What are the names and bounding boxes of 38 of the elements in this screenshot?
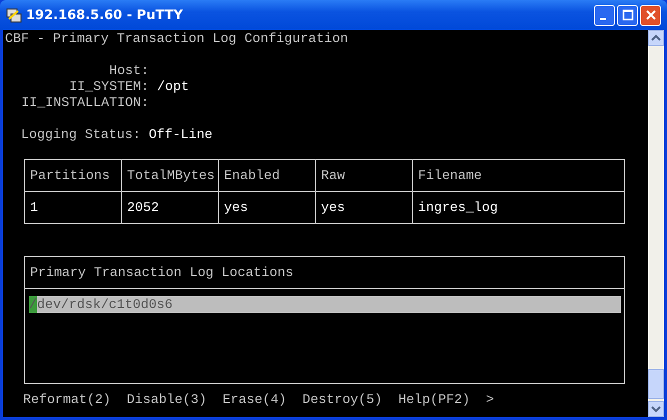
column-header: Raw	[316, 160, 412, 192]
status-value: Off-Line	[148, 127, 213, 142]
column-header: Partitions	[24, 160, 122, 192]
menu-command[interactable]: Reformat(2)	[23, 392, 111, 408]
field-label: Host:	[108, 63, 149, 79]
menu-command[interactable]: Disable(3)	[126, 392, 207, 408]
minimize-button[interactable]	[594, 4, 615, 26]
scroll-down-button[interactable]	[648, 401, 664, 417]
close-button[interactable]	[640, 4, 661, 26]
field-label: II_INSTALLATION:	[20, 95, 149, 111]
scroll-up-button[interactable]	[648, 30, 664, 46]
maximize-button[interactable]	[617, 4, 638, 26]
table-cell: yes	[316, 192, 412, 224]
field-value: /opt	[157, 79, 189, 95]
scrollbar[interactable]	[648, 30, 664, 417]
maximize-icon	[622, 9, 634, 21]
column-header: TotalMBytes	[122, 160, 218, 192]
table-cell: yes	[218, 192, 316, 224]
caret-down-icon	[651, 405, 661, 413]
minimize-icon	[600, 18, 606, 20]
table-cell: 2052	[122, 192, 218, 224]
table-cell: ingres_log	[412, 192, 624, 224]
field-label: II_SYSTEM:	[68, 79, 149, 95]
caret-up-icon	[651, 34, 661, 42]
window-title: 192.168.5.60 - PuTTY	[26, 8, 184, 22]
panel-title: Primary Transaction Log Locations	[25, 257, 624, 289]
menu-command[interactable]: Destroy(5)	[302, 392, 382, 408]
table-cell: 1	[24, 192, 122, 224]
menu-command[interactable]: >	[486, 392, 494, 408]
terminal-icon	[6, 7, 22, 23]
screen-title: CBF - Primary Transaction Log Configuration	[5, 31, 350, 47]
menu-command[interactable]: Help(PF2)	[398, 392, 470, 408]
scrollbar-thumb[interactable]	[648, 369, 664, 399]
column-header: Filename	[412, 160, 624, 192]
column-header: Enabled	[218, 160, 316, 192]
menu-command[interactable]: Erase(4)	[222, 392, 286, 408]
close-icon	[644, 9, 656, 21]
status-label: Logging Status:	[21, 127, 141, 142]
